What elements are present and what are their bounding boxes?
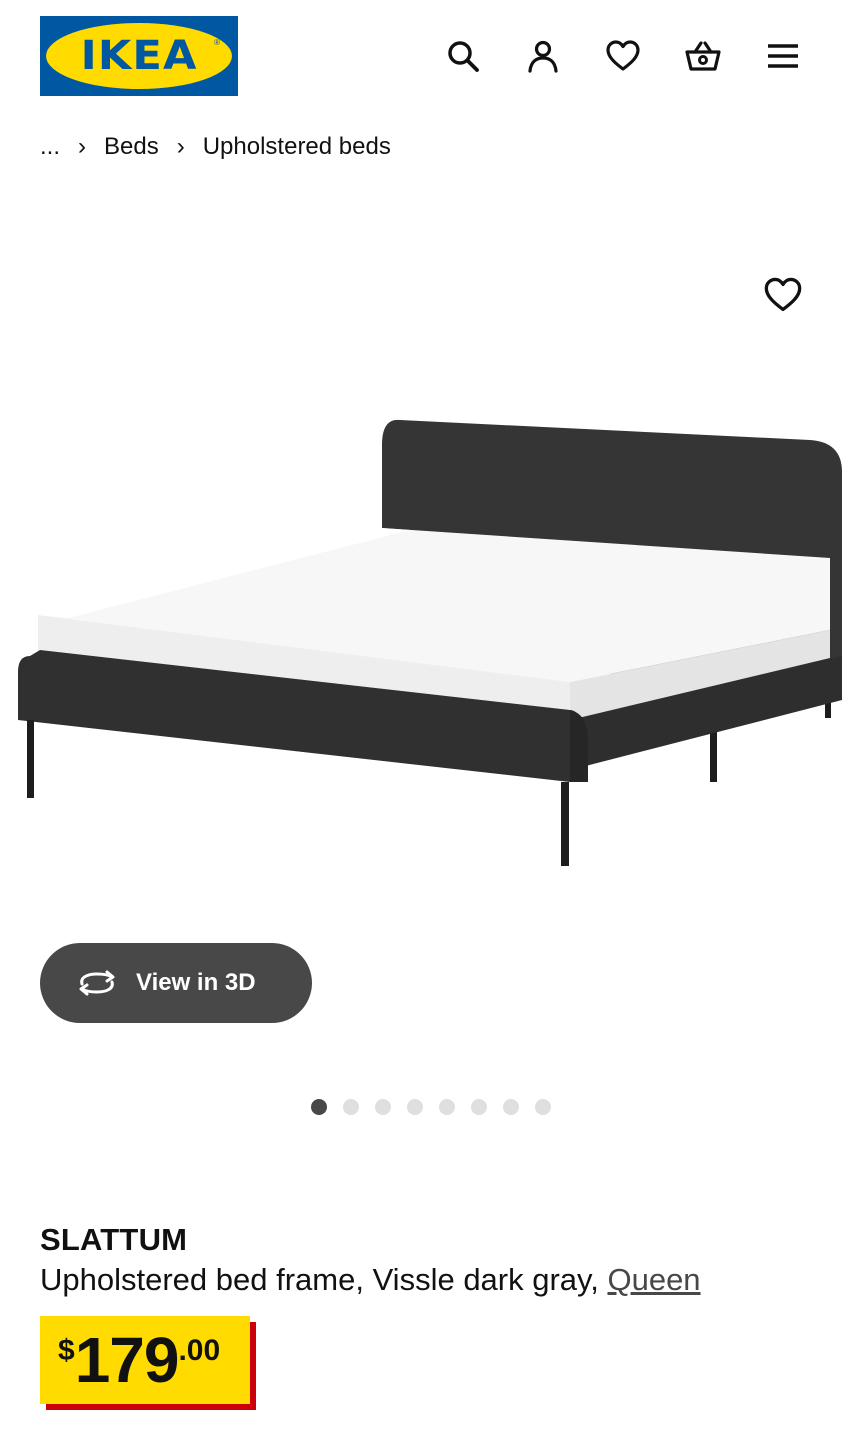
carousel-dot[interactable] [471,1099,487,1115]
carousel-dot[interactable] [375,1099,391,1115]
size-link[interactable]: Queen [607,1262,700,1297]
breadcrumb-separator: › [78,133,87,160]
carousel-dot[interactable] [343,1099,359,1115]
menu-icon[interactable] [761,34,805,78]
price-tag: $ 179 .00 [40,1316,250,1404]
product-description-text: Upholstered bed frame, Vissle dark gray, [40,1262,608,1297]
breadcrumb-separator: › [176,133,185,160]
heart-icon [764,277,802,312]
account-icon[interactable] [521,34,565,78]
product-description: Upholstered bed frame, Vissle dark gray,… [40,1262,701,1298]
favorites-icon[interactable] [601,34,645,78]
breadcrumb: ... › Beds › Upholstered beds [40,130,391,164]
view-in-3d-button[interactable]: View in 3D [40,943,312,1023]
search-icon[interactable] [441,34,485,78]
breadcrumb-item-beds[interactable]: Beds [104,133,159,161]
carousel-dot[interactable] [407,1099,423,1115]
logo-registered-mark: ® [214,38,220,47]
carousel-dot[interactable] [535,1099,551,1115]
price-integer: 179 [74,1324,180,1396]
product-name: SLATTUM [40,1222,188,1257]
add-to-favorites-button[interactable] [758,270,808,320]
carousel-dot[interactable] [439,1099,455,1115]
product-gallery[interactable]: View in 3D [0,190,863,1070]
carousel-dots [311,1099,551,1115]
ikea-logo[interactable]: IKEA ® [40,16,238,96]
carousel-dot[interactable] [311,1099,327,1115]
header-icons [441,34,805,78]
breadcrumb-ellipsis[interactable]: ... [40,133,60,161]
view-in-3d-label: View in 3D [136,969,256,996]
header: IKEA ® [0,0,863,112]
product-page: IKEA ® ... › Beds › Upholstered beds Vie… [0,0,863,1440]
logo-wordmark: IKEA [80,33,198,79]
price-currency: $ [58,1334,75,1367]
logo-oval: IKEA [46,23,232,89]
breadcrumb-item-upholstered-beds[interactable]: Upholstered beds [203,133,391,161]
cart-icon[interactable] [681,34,725,78]
rotate-3d-icon [79,970,115,996]
product-image-bed [18,419,842,866]
carousel-dot[interactable] [503,1099,519,1115]
price-decimal: .00 [178,1334,221,1367]
